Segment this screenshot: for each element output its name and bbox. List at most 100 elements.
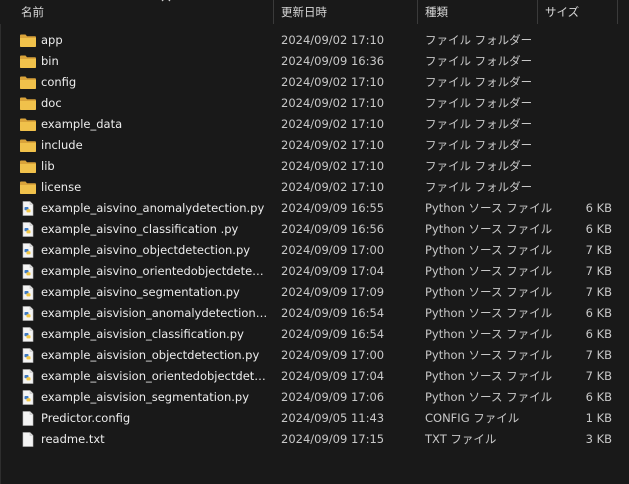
file-row[interactable]: app 2024/09/02 17:10 ファイル フォルダー bbox=[12, 30, 618, 51]
column-header-name-label: 名前 bbox=[21, 5, 44, 19]
file-icon-slot bbox=[19, 285, 37, 300]
file-type: ファイル フォルダー bbox=[425, 159, 533, 173]
column-separator[interactable] bbox=[617, 0, 618, 24]
file-size: 3 KB bbox=[585, 432, 612, 446]
python-file-icon bbox=[19, 222, 37, 237]
file-row[interactable]: example_aisvino_orientedobjectdetectio..… bbox=[12, 261, 618, 282]
file-icon-slot bbox=[19, 222, 37, 237]
file-row[interactable]: lib 2024/09/02 17:10 ファイル フォルダー bbox=[12, 156, 618, 177]
file-icon-slot bbox=[19, 33, 37, 48]
file-type: CONFIG ファイル bbox=[425, 411, 520, 425]
file-explorer: 名前 更新日時 種類 サイズ app 2024/09/02 17:10 ファイル フ… bbox=[0, 0, 629, 484]
file-row[interactable]: bin 2024/09/09 16:36 ファイル フォルダー bbox=[12, 51, 618, 72]
file-date: 2024/09/02 17:10 bbox=[281, 159, 385, 173]
python-file-icon bbox=[19, 264, 37, 279]
column-header-type-label: 種類 bbox=[425, 5, 448, 19]
file-name: app bbox=[41, 33, 63, 47]
file-date: 2024/09/09 16:54 bbox=[281, 306, 385, 320]
file-icon-slot bbox=[19, 390, 37, 405]
file-type: Python ソース ファイル bbox=[425, 201, 553, 215]
file-row[interactable]: readme.txt 2024/09/09 17:15 TXT ファイル 3 KB bbox=[12, 429, 618, 450]
file-date: 2024/09/09 17:00 bbox=[281, 348, 385, 362]
file-row[interactable]: example_aisvino_classification .py 2024/0… bbox=[12, 219, 618, 240]
file-date: 2024/09/09 17:06 bbox=[281, 390, 385, 404]
file-icon-slot bbox=[19, 264, 37, 279]
file-size: 6 KB bbox=[585, 201, 612, 215]
file-row[interactable]: doc 2024/09/02 17:10 ファイル フォルダー bbox=[12, 93, 618, 114]
pane-border bbox=[0, 0, 1, 484]
column-header-name[interactable]: 名前 bbox=[21, 0, 273, 24]
column-separator[interactable] bbox=[273, 0, 274, 24]
file-row[interactable]: example_aisvino_anomalydetection.py 2024/… bbox=[12, 198, 618, 219]
file-name: example_aisvino_segmentation.py bbox=[41, 285, 240, 299]
column-separator[interactable] bbox=[417, 0, 418, 24]
file-name: example_aisvision_orientedobjectdetecti.… bbox=[41, 369, 269, 383]
folder-icon bbox=[19, 75, 37, 90]
file-date: 2024/09/09 17:09 bbox=[281, 285, 385, 299]
file-date: 2024/09/09 17:00 bbox=[281, 243, 385, 257]
file-row[interactable]: example_aisvino_segmentation.py 2024/09/0… bbox=[12, 282, 618, 303]
file-icon-slot bbox=[19, 159, 37, 174]
file-icon-slot bbox=[19, 138, 37, 153]
file-name: example_aisvino_orientedobjectdetectio..… bbox=[41, 264, 269, 278]
file-row[interactable]: example_aisvision_orientedobjectdetecti.… bbox=[12, 366, 618, 387]
file-row[interactable]: Predictor.config 2024/09/05 11:43 CONFIG フ… bbox=[12, 408, 618, 429]
file-name: example_aisvision_anomalydetection.py bbox=[41, 306, 269, 320]
file-icon-slot bbox=[19, 327, 37, 342]
file-name: example_aisvino_anomalydetection.py bbox=[41, 201, 265, 215]
folder-icon bbox=[19, 138, 37, 153]
file-row[interactable]: example_aisvision_objectdetection.py 2024… bbox=[12, 345, 618, 366]
file-date: 2024/09/09 16:55 bbox=[281, 201, 385, 215]
column-separator[interactable] bbox=[537, 0, 538, 24]
file-row[interactable]: example_aisvino_objectdetection.py 2024/0… bbox=[12, 240, 618, 261]
file-row[interactable]: config 2024/09/02 17:10 ファイル フォルダー bbox=[12, 72, 618, 93]
file-size: 6 KB bbox=[585, 222, 612, 236]
file-date: 2024/09/02 17:10 bbox=[281, 75, 385, 89]
file-size: 7 KB bbox=[585, 369, 612, 383]
file-row[interactable]: example_aisvision_classification.py 2024/… bbox=[12, 324, 618, 345]
file-size: 6 KB bbox=[585, 306, 612, 320]
file-type: ファイル フォルダー bbox=[425, 180, 533, 194]
file-type: Python ソース ファイル bbox=[425, 222, 553, 236]
file-type: Python ソース ファイル bbox=[425, 327, 553, 341]
file-type: Python ソース ファイル bbox=[425, 348, 553, 362]
file-size: 7 KB bbox=[585, 264, 612, 278]
file-icon-slot bbox=[19, 54, 37, 69]
file-icon bbox=[19, 411, 37, 426]
file-type: Python ソース ファイル bbox=[425, 306, 553, 320]
file-icon-slot bbox=[19, 180, 37, 195]
file-date: 2024/09/09 17:15 bbox=[281, 432, 385, 446]
file-date: 2024/09/05 11:43 bbox=[281, 411, 385, 425]
file-icon bbox=[19, 432, 37, 447]
file-row[interactable]: license 2024/09/02 17:10 ファイル フォルダー bbox=[12, 177, 618, 198]
column-header-type[interactable]: 種類 bbox=[425, 0, 537, 24]
file-name: example_aisvision_objectdetection.py bbox=[41, 348, 260, 362]
column-header-date[interactable]: 更新日時 bbox=[281, 0, 417, 24]
file-row[interactable]: example_aisvision_segmentation.py 2024/09… bbox=[12, 387, 618, 408]
file-size: 6 KB bbox=[585, 390, 612, 404]
column-header-size[interactable]: サイズ bbox=[545, 0, 615, 24]
file-name: license bbox=[41, 180, 82, 194]
python-file-icon bbox=[19, 243, 37, 258]
file-name: example_aisvision_classification.py bbox=[41, 327, 244, 341]
file-date: 2024/09/09 17:04 bbox=[281, 369, 385, 383]
file-row[interactable]: example_aisvision_anomalydetection.py 202… bbox=[12, 303, 618, 324]
python-file-icon bbox=[19, 390, 37, 405]
file-type: ファイル フォルダー bbox=[425, 117, 533, 131]
python-file-icon bbox=[19, 285, 37, 300]
file-size: 7 KB bbox=[585, 348, 612, 362]
file-icon-slot bbox=[19, 201, 37, 216]
file-date: 2024/09/02 17:10 bbox=[281, 33, 385, 47]
python-file-icon bbox=[19, 201, 37, 216]
file-name: lib bbox=[41, 159, 55, 173]
file-name: config bbox=[41, 75, 77, 89]
file-date: 2024/09/02 17:10 bbox=[281, 180, 385, 194]
file-row[interactable]: include 2024/09/02 17:10 ファイル フォルダー bbox=[12, 135, 618, 156]
python-file-icon bbox=[19, 348, 37, 363]
file-type: Python ソース ファイル bbox=[425, 285, 553, 299]
file-name: example_aisvino_classification .py bbox=[41, 222, 239, 236]
file-name: example_aisvino_objectdetection.py bbox=[41, 243, 251, 257]
folder-icon bbox=[19, 96, 37, 111]
folder-icon bbox=[19, 159, 37, 174]
file-row[interactable]: example_data 2024/09/02 17:10 ファイル フォルダー bbox=[12, 114, 618, 135]
